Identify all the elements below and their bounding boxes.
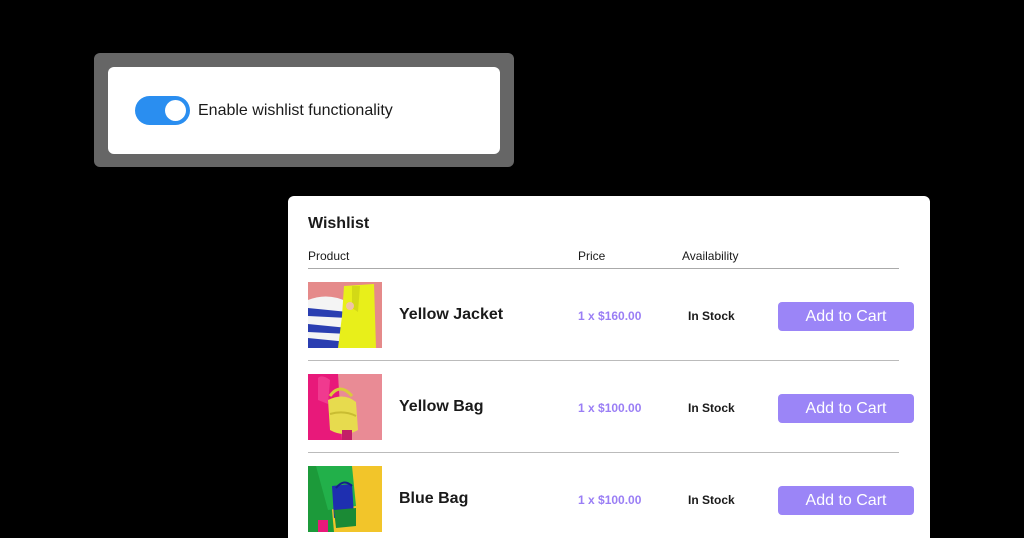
product-image-yellow-bag — [308, 374, 382, 440]
page-canvas: Enable wishlist functionality Wishlist P… — [0, 0, 1024, 538]
settings-card: Enable wishlist functionality — [108, 67, 500, 154]
toggle-knob — [165, 100, 186, 121]
wishlist-row: Blue Bag 1 x $100.00 In Stock Add to Car… — [308, 453, 914, 538]
wishlist-panel: Wishlist Product Price Availability Yell… — [288, 196, 930, 538]
availability-status: In Stock — [688, 493, 735, 507]
wishlist-row: Yellow Jacket 1 x $160.00 In Stock Add t… — [308, 269, 914, 361]
wishlist-toggle-switch[interactable] — [135, 96, 190, 125]
column-header-product: Product — [308, 249, 350, 263]
settings-panel-frame: Enable wishlist functionality — [94, 53, 514, 167]
product-name[interactable]: Blue Bag — [399, 490, 468, 508]
product-price: 1 x $100.00 — [578, 401, 642, 415]
column-header-availability: Availability — [682, 249, 739, 263]
product-price: 1 x $160.00 — [578, 309, 642, 323]
column-header-price: Price — [578, 249, 606, 263]
add-to-cart-button[interactable]: Add to Cart — [778, 394, 914, 423]
wishlist-toggle-label: Enable wishlist functionality — [198, 101, 393, 119]
wishlist-title: Wishlist — [308, 215, 370, 232]
add-to-cart-button[interactable]: Add to Cart — [778, 302, 914, 331]
product-image-blue-bag — [308, 466, 382, 532]
availability-status: In Stock — [688, 309, 735, 323]
product-name[interactable]: Yellow Jacket — [399, 306, 503, 324]
product-price: 1 x $100.00 — [578, 493, 642, 507]
product-image-yellow-jacket — [308, 282, 382, 348]
wishlist-row: Yellow Bag 1 x $100.00 In Stock Add to C… — [308, 361, 914, 453]
add-to-cart-button[interactable]: Add to Cart — [778, 486, 914, 515]
product-name[interactable]: Yellow Bag — [399, 398, 483, 416]
availability-status: In Stock — [688, 401, 735, 415]
